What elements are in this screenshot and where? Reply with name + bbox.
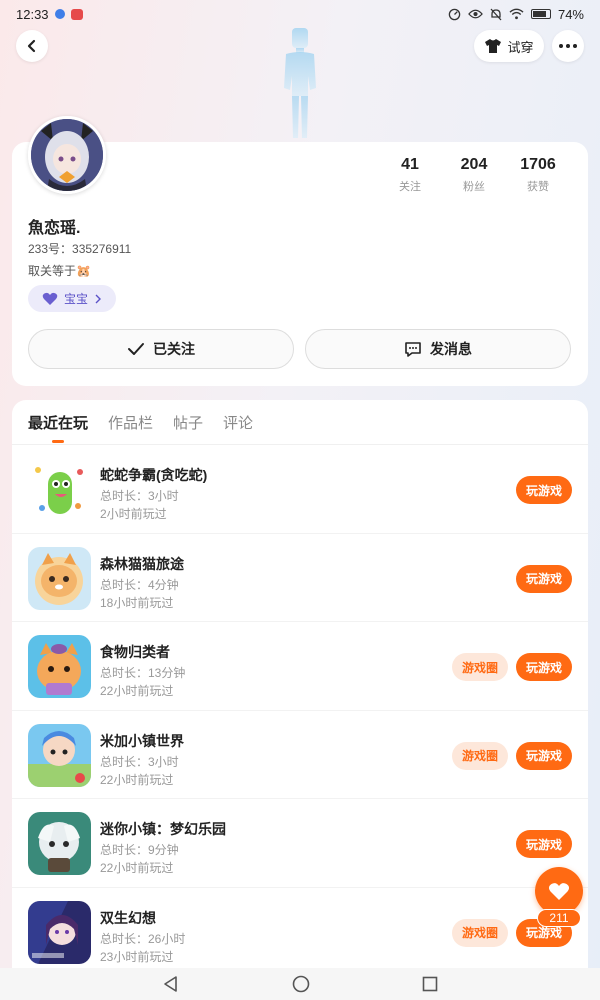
stat-label: 关注 bbox=[399, 181, 421, 193]
eye-icon bbox=[468, 9, 483, 19]
profile-tag-label: 宝宝 bbox=[63, 292, 88, 306]
game-list-item[interactable]: 森林猫猫旅途 总时长：4分钟 18小时前玩过 玩游戏 bbox=[12, 534, 588, 623]
game-duration: 总时长：26小时 bbox=[100, 931, 186, 946]
play-game-button[interactable]: 玩游戏 bbox=[516, 564, 572, 593]
tab-recently-played[interactable]: 最近在玩 bbox=[28, 412, 88, 443]
status-time: 12:33 bbox=[16, 6, 49, 22]
play-game-button[interactable]: 玩游戏 bbox=[516, 830, 572, 859]
send-message-button[interactable]: 发消息 bbox=[305, 329, 571, 369]
try-on-button[interactable]: 试穿 bbox=[474, 30, 544, 62]
stat-following[interactable]: 41 关注 bbox=[378, 156, 442, 194]
speed-icon bbox=[448, 8, 461, 20]
like-count-badge: 211 bbox=[537, 909, 581, 927]
notification-app-icon bbox=[54, 9, 65, 19]
try-on-label: 试穿 bbox=[507, 39, 534, 55]
followed-button[interactable]: 已关注 bbox=[28, 329, 294, 369]
profile-stats: 41 关注 204 粉丝 1706 获赞 bbox=[378, 156, 570, 194]
game-duration: 总时长：3小时 bbox=[100, 489, 179, 503]
check-icon bbox=[128, 343, 144, 355]
send-message-label: 发消息 bbox=[430, 341, 472, 357]
game-list-item[interactable]: 蛇蛇争霸(贪吃蛇) 总时长：3小时 2小时前玩过 玩游戏 bbox=[12, 445, 588, 534]
tshirt-icon bbox=[485, 39, 502, 53]
status-bar: 12:33 74% bbox=[0, 0, 600, 28]
profile-bio: 取关等于🐹 bbox=[28, 264, 91, 278]
game-name: 森林猫猫旅途 bbox=[100, 555, 184, 572]
game-duration: 总时长：9分钟 bbox=[100, 843, 179, 858]
profile-uid: 233号：335276911 bbox=[28, 242, 132, 256]
chevron-left-icon bbox=[27, 39, 36, 53]
game-name: 米加小镇世界 bbox=[100, 732, 184, 749]
tab-comments[interactable]: 评论 bbox=[223, 412, 253, 443]
tab-posts[interactable]: 帖子 bbox=[173, 412, 203, 443]
game-circle-button[interactable]: 游戏圈 bbox=[452, 918, 508, 947]
game-icon-mini-town bbox=[28, 812, 91, 876]
game-name: 食物归类者 bbox=[100, 644, 170, 661]
back-button[interactable] bbox=[16, 30, 48, 62]
game-duration: 总时长：3小时 bbox=[100, 754, 179, 769]
avatar[interactable] bbox=[28, 116, 106, 194]
game-circle-button[interactable]: 游戏圈 bbox=[452, 653, 508, 682]
game-icon-miga-town bbox=[28, 723, 91, 787]
game-name: 蛇蛇争霸(贪吃蛇) bbox=[100, 467, 208, 483]
game-list-item[interactable]: 米加小镇世界 总时长：3小时 22小时前玩过 游戏圈 玩游戏 bbox=[12, 711, 588, 800]
stat-followers[interactable]: 204 粉丝 bbox=[442, 156, 506, 194]
more-button[interactable] bbox=[552, 30, 584, 62]
mute-bell-icon bbox=[490, 8, 502, 20]
profile-nickname: 魚恋瑶. bbox=[28, 220, 81, 237]
game-last-played: 22小时前玩过 bbox=[100, 772, 174, 787]
avatar-portrait bbox=[31, 119, 103, 191]
avatar-figure-illustration bbox=[284, 28, 316, 138]
nav-recents-icon[interactable] bbox=[422, 976, 438, 992]
battery-percent: 74% bbox=[557, 6, 584, 22]
chat-bubble-icon bbox=[405, 341, 421, 357]
stat-value: 41 bbox=[401, 156, 419, 173]
game-circle-button[interactable]: 游戏圈 bbox=[452, 741, 508, 770]
stat-label: 获赞 bbox=[527, 181, 549, 193]
profile-tabs: 最近在玩 作品栏 帖子 评论 bbox=[28, 412, 253, 443]
game-name: 迷你小镇：梦幻乐园 bbox=[100, 821, 226, 838]
game-last-played: 22小时前玩过 bbox=[100, 861, 174, 876]
chevron-right-icon bbox=[95, 294, 101, 303]
game-icon-forest-cat bbox=[28, 546, 91, 610]
game-duration: 总时长：4分钟 bbox=[100, 577, 179, 592]
game-list: 蛇蛇争霸(贪吃蛇) 总时长：3小时 2小时前玩过 玩游戏 森林猫猫旅途 总时长：… bbox=[12, 445, 588, 977]
game-icon-twin-fantasy bbox=[28, 900, 91, 964]
profile-card: 41 关注 204 粉丝 1706 获赞 魚恋瑶. 233号：335276911… bbox=[12, 142, 588, 386]
tab-works[interactable]: 作品栏 bbox=[108, 412, 153, 443]
wifi-icon bbox=[509, 8, 524, 20]
game-icon-food-sorter bbox=[28, 635, 91, 699]
heart-icon bbox=[42, 292, 58, 305]
game-last-played: 2小时前玩过 bbox=[100, 507, 167, 521]
game-last-played: 23小时前玩过 bbox=[100, 949, 174, 964]
battery-icon bbox=[530, 9, 551, 19]
play-game-button[interactable]: 玩游戏 bbox=[516, 653, 572, 682]
nav-back-icon[interactable] bbox=[162, 975, 180, 993]
profile-tag[interactable]: 宝宝 bbox=[28, 285, 116, 312]
play-game-button[interactable]: 玩游戏 bbox=[516, 741, 572, 770]
game-last-played: 22小时前玩过 bbox=[100, 684, 174, 699]
like-button[interactable] bbox=[535, 867, 583, 915]
like-fab[interactable]: 211 bbox=[535, 867, 583, 927]
game-list-item[interactable]: 食物归类者 总时长：13分钟 22小时前玩过 游戏圈 玩游戏 bbox=[12, 622, 588, 711]
game-last-played: 18小时前玩过 bbox=[100, 595, 174, 610]
game-duration: 总时长：13分钟 bbox=[100, 666, 186, 681]
stat-label: 粉丝 bbox=[463, 181, 485, 193]
recent-games-card: 最近在玩 作品栏 帖子 评论 蛇蛇争霸(贪吃蛇) 总时长：3小时 2小时前玩过 … bbox=[12, 400, 588, 980]
heart-icon bbox=[548, 882, 570, 900]
stat-value: 204 bbox=[460, 156, 488, 173]
notification-app-icon-red bbox=[70, 8, 83, 20]
more-dots-icon bbox=[559, 44, 577, 48]
game-list-item[interactable]: 迷你小镇：梦幻乐园 总时长：9分钟 22小时前玩过 玩游戏 bbox=[12, 799, 588, 888]
system-nav-bar bbox=[0, 968, 600, 1000]
game-icon-snake bbox=[28, 458, 91, 521]
stat-likes[interactable]: 1706 获赞 bbox=[506, 156, 570, 194]
game-list-item[interactable]: 双生幻想 总时长：26小时 23小时前玩过 游戏圈 玩游戏 bbox=[12, 888, 588, 977]
game-name: 双生幻想 bbox=[100, 909, 156, 926]
followed-label: 已关注 bbox=[153, 341, 195, 357]
nav-home-icon[interactable] bbox=[292, 975, 310, 993]
stat-value: 1706 bbox=[520, 156, 556, 173]
play-game-button[interactable]: 玩游戏 bbox=[516, 476, 572, 504]
